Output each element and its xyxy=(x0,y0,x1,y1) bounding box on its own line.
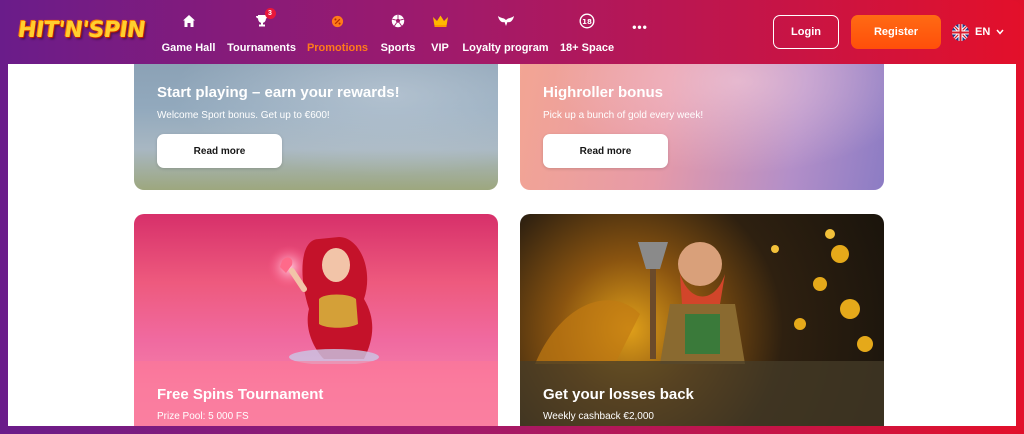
promotions-icon xyxy=(331,12,344,30)
card-title: Free Spins Tournament xyxy=(157,386,324,403)
home-icon xyxy=(182,12,196,30)
card-title: Highroller bonus xyxy=(543,84,663,101)
card-title: Start playing – earn your rewards! xyxy=(157,84,400,101)
nav-loyalty-program[interactable]: Loyalty program xyxy=(462,12,549,54)
read-more-button[interactable]: Read more xyxy=(543,134,668,168)
app-window: HIT'N'SPIN Game Hall 3 Tournaments Promo… xyxy=(0,0,1024,434)
card-background-image xyxy=(520,64,884,190)
promo-card-free-spins-tournament[interactable]: Free Spins Tournament Prize Pool: 5 000 … xyxy=(134,214,498,426)
card-subtitle: Weekly cashback €2,000 xyxy=(543,411,654,422)
language-code: EN xyxy=(975,26,991,38)
login-button[interactable]: Login xyxy=(773,15,839,49)
nav-label: Loyalty program xyxy=(462,42,549,54)
nav-more[interactable]: ••• xyxy=(628,12,652,54)
register-button[interactable]: Register xyxy=(851,15,941,49)
nav-18-plus-space[interactable]: 18 18+ Space xyxy=(559,12,615,54)
nav-label: VIP xyxy=(431,42,449,54)
nav-label: Promotions xyxy=(306,42,369,54)
uk-flag-icon xyxy=(952,23,969,41)
nav-sports[interactable]: Sports xyxy=(380,12,416,54)
top-navigation-bar: HIT'N'SPIN Game Hall 3 Tournaments Promo… xyxy=(0,0,1024,64)
card-title: Get your losses back xyxy=(543,386,694,403)
card-subtitle: Pick up a bunch of gold every week! xyxy=(543,110,704,121)
card-subtitle: Welcome Sport bonus. Get up to €600! xyxy=(157,110,330,121)
nav-game-hall[interactable]: Game Hall xyxy=(161,12,216,54)
wings-icon xyxy=(497,12,515,30)
tournaments-badge: 3 xyxy=(264,8,276,19)
nav-tournaments[interactable]: 3 Tournaments xyxy=(227,8,296,54)
crown-icon xyxy=(432,12,449,30)
dwarf-warrior-image xyxy=(520,214,884,364)
nav-label: Sports xyxy=(380,42,416,54)
chevron-down-icon xyxy=(996,26,1004,38)
nav-label: 18+ Space xyxy=(559,42,615,54)
svg-text:18: 18 xyxy=(582,18,592,26)
language-selector[interactable]: EN xyxy=(952,22,1004,42)
trophy-icon: 3 xyxy=(255,8,276,30)
red-haired-heroine-image xyxy=(264,229,394,365)
promo-card-sport-bonus[interactable]: Start playing – earn your rewards! Welco… xyxy=(134,64,498,190)
card-background-image xyxy=(134,64,498,190)
card-subtitle: Prize Pool: 5 000 FS xyxy=(157,411,249,422)
nav-label: Game Hall xyxy=(161,42,216,54)
age-18-icon: 18 xyxy=(579,12,595,30)
main-nav: Game Hall 3 Tournaments Promotions Sport… xyxy=(0,0,660,64)
nav-vip[interactable]: VIP xyxy=(430,12,450,54)
read-more-button[interactable]: Read more xyxy=(157,134,282,168)
soccer-ball-icon xyxy=(391,12,405,30)
more-icon: ••• xyxy=(632,20,648,34)
promotions-grid: Start playing – earn your rewards! Welco… xyxy=(8,64,1016,426)
promo-card-cashback[interactable]: Get your losses back Weekly cashback €2,… xyxy=(520,214,884,426)
nav-promotions[interactable]: Promotions xyxy=(306,12,369,54)
promo-card-highroller[interactable]: Highroller bonus Pick up a bunch of gold… xyxy=(520,64,884,190)
nav-label: Tournaments xyxy=(227,42,296,54)
